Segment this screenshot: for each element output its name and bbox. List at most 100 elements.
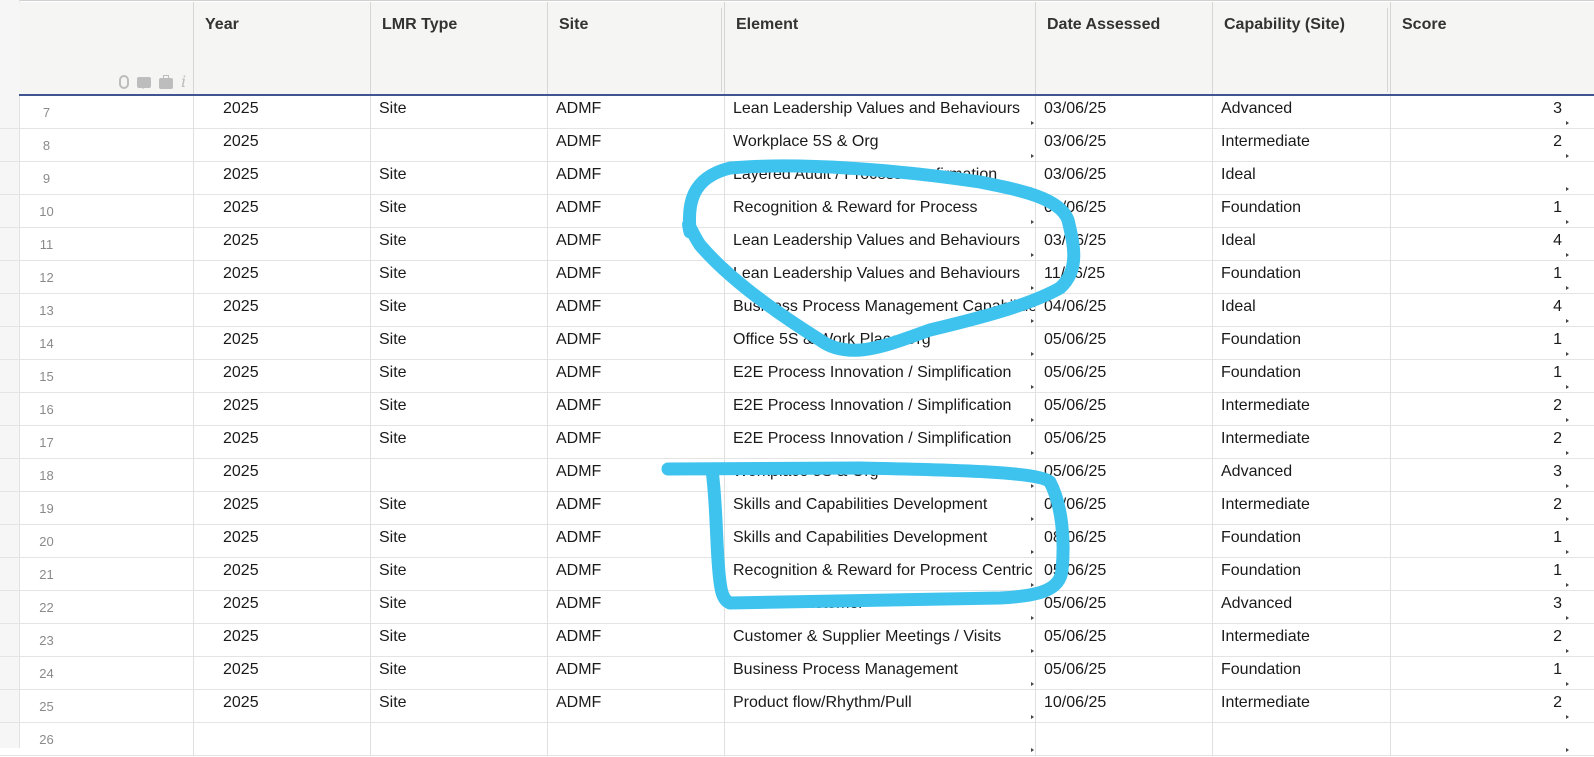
cell-element[interactable]: Lean Leadership Values and Behaviours [724,228,1035,261]
cell-score[interactable]: 4 [1390,228,1570,261]
cell-date-assessed[interactable]: 05/06/25 [1035,492,1212,525]
row-number[interactable]: 20 [19,525,74,558]
header-year[interactable]: Year [193,2,370,94]
row-number[interactable]: 14 [19,327,74,360]
cell-date-assessed[interactable]: 05/06/25 [1035,327,1212,360]
cell-score[interactable]: 1 [1390,261,1570,294]
cell-date-assessed[interactable]: 05/06/25 [1035,591,1212,624]
cell-date-assessed[interactable]: 10/06/25 [1035,690,1212,723]
cell-date-assessed[interactable]: 05/06/25 [1035,558,1212,591]
header-site[interactable]: Site [547,2,724,94]
cell-element[interactable]: Lean Leadership Values and Behaviours [724,261,1035,294]
cell-capability[interactable]: Foundation [1212,360,1390,393]
cell-capability[interactable]: Foundation [1212,657,1390,690]
row-number[interactable]: 10 [19,195,74,228]
cell-date-assessed[interactable]: 05/06/25 [1035,459,1212,492]
cell-year[interactable]: 2025 [193,162,370,195]
table-row[interactable]: 7 2025 Site ADMF Lean Leadership Values and … [0,96,1594,129]
cell-lmr-type[interactable]: Site [370,228,547,261]
cell-score[interactable]: 3 [1390,459,1570,492]
cell-capability[interactable]: Ideal [1212,228,1390,261]
cell-element[interactable]: Lean Leadership Values and Behaviours [724,96,1035,129]
cell-element[interactable]: Business Process Management [724,657,1035,690]
row-number[interactable]: 19 [19,492,74,525]
cell-site[interactable]: ADMF [547,492,724,525]
cell-date-assessed[interactable]: 03/06/25 [1035,228,1212,261]
attachment-icon[interactable] [119,75,129,89]
table-row[interactable]: 10 2025 Site ADMF Recognition & Reward for P… [0,195,1594,228]
cell-score[interactable]: 2 [1390,393,1570,426]
cell-capability[interactable]: Intermediate [1212,690,1390,723]
table-row[interactable]: 20 2025 Site ADMF Skills and Capabilities De… [0,525,1594,558]
row-number[interactable]: 21 [19,558,74,591]
cell-element[interactable]: Product flow/Rhythm/Pull [724,690,1035,723]
cell-site[interactable]: ADMF [547,294,724,327]
cell-year[interactable]: 2025 [193,624,370,657]
cell-year[interactable]: 2025 [193,525,370,558]
cell-lmr-type[interactable]: Site [370,393,547,426]
table-row[interactable]: 12 2025 Site ADMF Lean Leadership Values and… [0,261,1594,294]
cell-site[interactable]: ADMF [547,657,724,690]
cell-capability[interactable]: Foundation [1212,327,1390,360]
cell-year[interactable]: 2025 [193,492,370,525]
cell-lmr-type[interactable]: Site [370,657,547,690]
cell-element[interactable] [724,723,1035,756]
cell-date-assessed[interactable]: 03/06/25 [1035,195,1212,228]
cell-date-assessed[interactable]: 05/06/25 [1035,426,1212,459]
cell-score[interactable]: 2 [1390,690,1570,723]
cell-year[interactable]: 2025 [193,426,370,459]
cell-score[interactable]: 2 [1390,492,1570,525]
cell-site[interactable]: ADMF [547,129,724,162]
header-capability-site[interactable]: Capability (Site) [1212,2,1390,94]
table-row[interactable]: 19 2025 Site ADMF Skills and Capabilities De… [0,492,1594,525]
cell-score[interactable]: 1 [1390,657,1570,690]
cell-date-assessed[interactable]: 03/06/25 [1035,129,1212,162]
cell-site[interactable]: ADMF [547,360,724,393]
cell-element[interactable]: Layered Audit / Process Confirmation [724,162,1035,195]
cell-site[interactable]: ADMF [547,690,724,723]
cell-lmr-type[interactable]: Site [370,624,547,657]
cell-capability[interactable] [1212,723,1390,756]
cell-lmr-type[interactable]: Site [370,558,547,591]
cell-element[interactable]: Recognition & Reward for Process [724,195,1035,228]
row-number[interactable]: 22 [19,591,74,624]
cell-capability[interactable]: Intermediate [1212,129,1390,162]
cell-element[interactable]: Skills and Capabilities Development [724,492,1035,525]
cell-element[interactable]: Customer & Supplier Meetings / Visits [724,624,1035,657]
cell-lmr-type[interactable]: Site [370,294,547,327]
cell-site[interactable]: ADMF [547,96,724,129]
cell-site[interactable]: ADMF [547,195,724,228]
cell-lmr-type[interactable]: Site [370,360,547,393]
row-number[interactable]: 23 [19,624,74,657]
row-number[interactable]: 26 [19,723,74,756]
table-row[interactable]: 24 2025 Site ADMF Business Process Managemen… [0,657,1594,690]
cell-year[interactable]: 2025 [193,558,370,591]
cell-year[interactable]: 2025 [193,261,370,294]
cell-element[interactable]: Workplace 5S & Org [724,459,1035,492]
cell-date-assessed[interactable]: 03/06/25 [1035,96,1212,129]
cell-lmr-type[interactable]: Site [370,525,547,558]
cell-date-assessed[interactable]: 05/06/25 [1035,657,1212,690]
table-row[interactable]: 26 [0,723,1594,756]
cell-capability[interactable]: Intermediate [1212,624,1390,657]
row-number[interactable]: 17 [19,426,74,459]
header-element[interactable]: Element [724,2,1035,94]
table-row[interactable]: 22 2025 Site ADMF Voice of Customer 05/06/25 A… [0,591,1594,624]
comment-icon[interactable] [137,76,151,89]
table-row[interactable]: 15 2025 Site ADMF E2E Process Innovation / S… [0,360,1594,393]
cell-capability[interactable]: Foundation [1212,525,1390,558]
cell-year[interactable]: 2025 [193,228,370,261]
cell-capability[interactable]: Advanced [1212,96,1390,129]
cell-site[interactable]: ADMF [547,558,724,591]
header-score[interactable]: Score [1390,2,1594,94]
cell-year[interactable]: 2025 [193,360,370,393]
cell-capability[interactable]: Foundation [1212,558,1390,591]
cell-capability[interactable]: Ideal [1212,294,1390,327]
cell-site[interactable]: ADMF [547,228,724,261]
cell-score[interactable]: 1 [1390,327,1570,360]
cell-score[interactable]: 2 [1390,129,1570,162]
cell-year[interactable]: 2025 [193,690,370,723]
cell-lmr-type[interactable]: Site [370,690,547,723]
cell-site[interactable]: ADMF [547,162,724,195]
cell-lmr-type[interactable]: Site [370,261,547,294]
